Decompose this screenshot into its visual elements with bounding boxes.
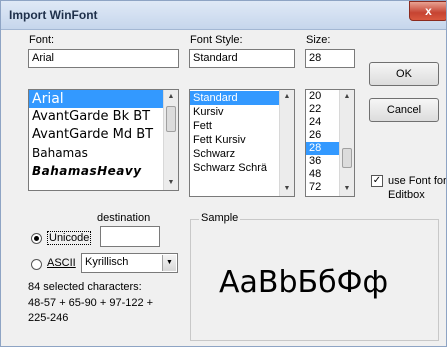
font-name-input[interactable]: Arial bbox=[28, 49, 179, 68]
scroll-down-icon[interactable]: ▼ bbox=[164, 176, 178, 190]
cancel-button[interactable]: Cancel bbox=[369, 98, 439, 122]
unicode-radio[interactable] bbox=[31, 233, 42, 244]
window-title: Import WinFont bbox=[9, 8, 98, 22]
font-listbox[interactable]: Arial AvantGarde Bk BT AvantGarde Md BT … bbox=[28, 89, 179, 191]
use-font-for-editbox-label: use Font for bbox=[388, 175, 447, 187]
scroll-down-icon[interactable]: ▼ bbox=[340, 182, 354, 196]
unicode-label: Unicode bbox=[47, 231, 92, 245]
dropdown-arrow-icon[interactable]: ▼ bbox=[162, 255, 176, 271]
size-list-scrollbar[interactable]: ▲ ▼ bbox=[339, 90, 354, 196]
font-style-input[interactable]: Standard bbox=[189, 49, 295, 68]
destination-input[interactable] bbox=[100, 226, 160, 247]
ascii-label: ASCII bbox=[47, 257, 76, 269]
selected-ranges-line: 48-57 + 65-90 + 97-122 + bbox=[28, 297, 154, 309]
scroll-up-icon[interactable]: ▲ bbox=[164, 90, 178, 104]
size-listbox[interactable]: 20 22 24 26 28 36 48 72 ▲ ▼ bbox=[305, 89, 355, 197]
sample-preview-text: AaBbБбФф bbox=[219, 265, 389, 300]
font-style-listbox[interactable]: Standard Kursiv Fett Fett Kursiv Schwarz… bbox=[189, 89, 295, 197]
scroll-thumb[interactable] bbox=[342, 148, 352, 168]
ok-button[interactable]: OK bbox=[369, 62, 439, 86]
title-bar: Import WinFont x bbox=[1, 1, 446, 30]
font-label: Font: bbox=[29, 34, 55, 46]
close-button[interactable]: x bbox=[409, 1, 446, 21]
font-list-item[interactable]: Arial bbox=[29, 90, 178, 108]
codepage-select[interactable]: Kyrillisch ▼ bbox=[81, 253, 178, 273]
size-input[interactable]: 28 bbox=[305, 49, 355, 68]
font-list-scrollbar[interactable]: ▲ ▼ bbox=[163, 90, 178, 190]
selected-characters-count: 84 selected characters: bbox=[28, 281, 142, 293]
use-font-for-editbox-checkbox[interactable]: ✓ bbox=[371, 175, 383, 187]
style-list-scrollbar[interactable]: ▲ ▼ bbox=[279, 90, 294, 196]
ascii-radio[interactable] bbox=[31, 259, 42, 270]
checkmark-icon: ✓ bbox=[372, 175, 382, 186]
scroll-up-icon[interactable]: ▲ bbox=[340, 90, 354, 104]
destination-label: destination bbox=[97, 212, 151, 224]
font-style-label: Font Style: bbox=[190, 34, 243, 46]
sample-label: Sample bbox=[199, 212, 241, 224]
editbox-label: Editbox bbox=[388, 189, 425, 201]
scroll-down-icon[interactable]: ▼ bbox=[280, 182, 294, 196]
font-list-item[interactable]: Bahamas bbox=[29, 144, 178, 162]
close-icon: x bbox=[425, 4, 432, 18]
codepage-value: Kyrillisch bbox=[85, 256, 129, 268]
scroll-up-icon[interactable]: ▲ bbox=[280, 90, 294, 104]
font-list-item[interactable]: AvantGarde Md BT bbox=[29, 126, 178, 144]
font-list-item[interactable]: BahamasHeavy bbox=[29, 162, 178, 180]
size-label: Size: bbox=[306, 34, 331, 46]
import-winfont-dialog: Import WinFont x Font: Arial Arial Avant… bbox=[0, 0, 447, 347]
font-list-item[interactable]: AvantGarde Bk BT bbox=[29, 108, 178, 126]
scroll-thumb[interactable] bbox=[166, 106, 176, 132]
selected-ranges-line: 225-246 bbox=[28, 312, 69, 324]
